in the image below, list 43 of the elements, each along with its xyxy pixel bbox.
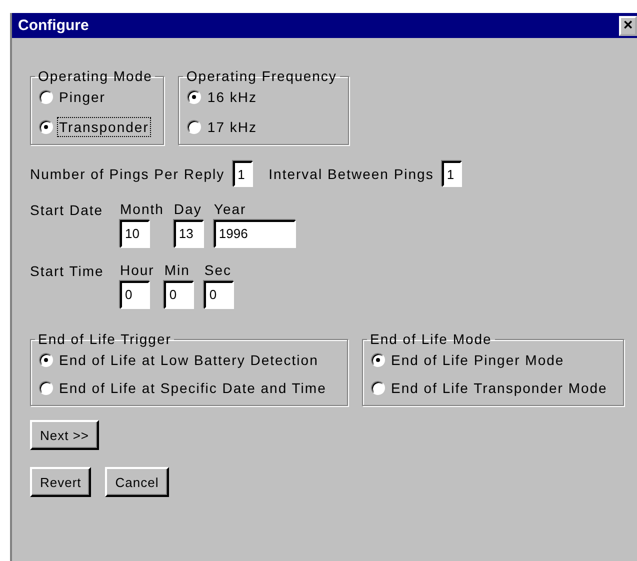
input-field[interactable]: 1 xyxy=(442,161,462,187)
option-label: End of Life at Specific Date and Time xyxy=(58,379,328,398)
dialog-button[interactable]: Revert xyxy=(30,467,92,497)
input-field[interactable]: 0 xyxy=(164,281,194,309)
field-label: Interval Between Pings xyxy=(268,166,434,182)
group-label: Operating Mode xyxy=(37,68,154,84)
input-field[interactable]: 0 xyxy=(204,281,234,309)
field-label: Start Date xyxy=(30,201,104,220)
field-label: Start Time xyxy=(30,262,105,281)
radio-button[interactable] xyxy=(187,90,202,104)
input-field[interactable]: 13 xyxy=(174,220,204,248)
field-label: Year xyxy=(214,201,248,218)
option-label: End of Life Transponder Mode xyxy=(390,379,608,398)
window-title: Configure xyxy=(17,17,89,34)
close-button[interactable]: × xyxy=(619,16,637,36)
radio-button[interactable] xyxy=(39,353,53,367)
option-label: 16 kHz xyxy=(206,88,258,107)
field-label: Sec xyxy=(204,262,232,279)
field-label: Min xyxy=(164,262,191,279)
input-field[interactable]: 1 xyxy=(232,161,253,187)
option-label: 17 kHz xyxy=(206,118,258,137)
field-label: Day xyxy=(174,201,203,218)
input-field[interactable]: 0 xyxy=(120,281,150,309)
input-field[interactable]: 10 xyxy=(120,220,150,248)
group-label: End of Life Trigger xyxy=(37,331,172,347)
option-label: End of Life Pinger Mode xyxy=(390,351,566,370)
radio-button[interactable] xyxy=(39,381,53,395)
radio-button[interactable] xyxy=(39,120,53,134)
group-label: End of Life Mode xyxy=(369,331,493,347)
radio-button[interactable] xyxy=(39,90,53,104)
option-label: Pinger xyxy=(58,88,106,107)
field-label: Number of Pings Per Reply xyxy=(30,166,225,182)
option-label: Transponder xyxy=(57,117,151,137)
option-label: End of Life at Low Battery Detection xyxy=(58,351,320,370)
field-label: Hour xyxy=(120,262,154,279)
radio-button[interactable] xyxy=(187,120,202,134)
field-label: Month xyxy=(120,201,164,218)
dialog-button[interactable]: Cancel xyxy=(105,467,169,497)
group-label: Operating Frequency xyxy=(185,68,338,84)
radio-button[interactable] xyxy=(371,381,385,395)
radio-button[interactable] xyxy=(371,353,385,367)
input-field[interactable]: 1996 xyxy=(214,220,296,248)
next-button[interactable]: Next >> xyxy=(30,420,100,450)
